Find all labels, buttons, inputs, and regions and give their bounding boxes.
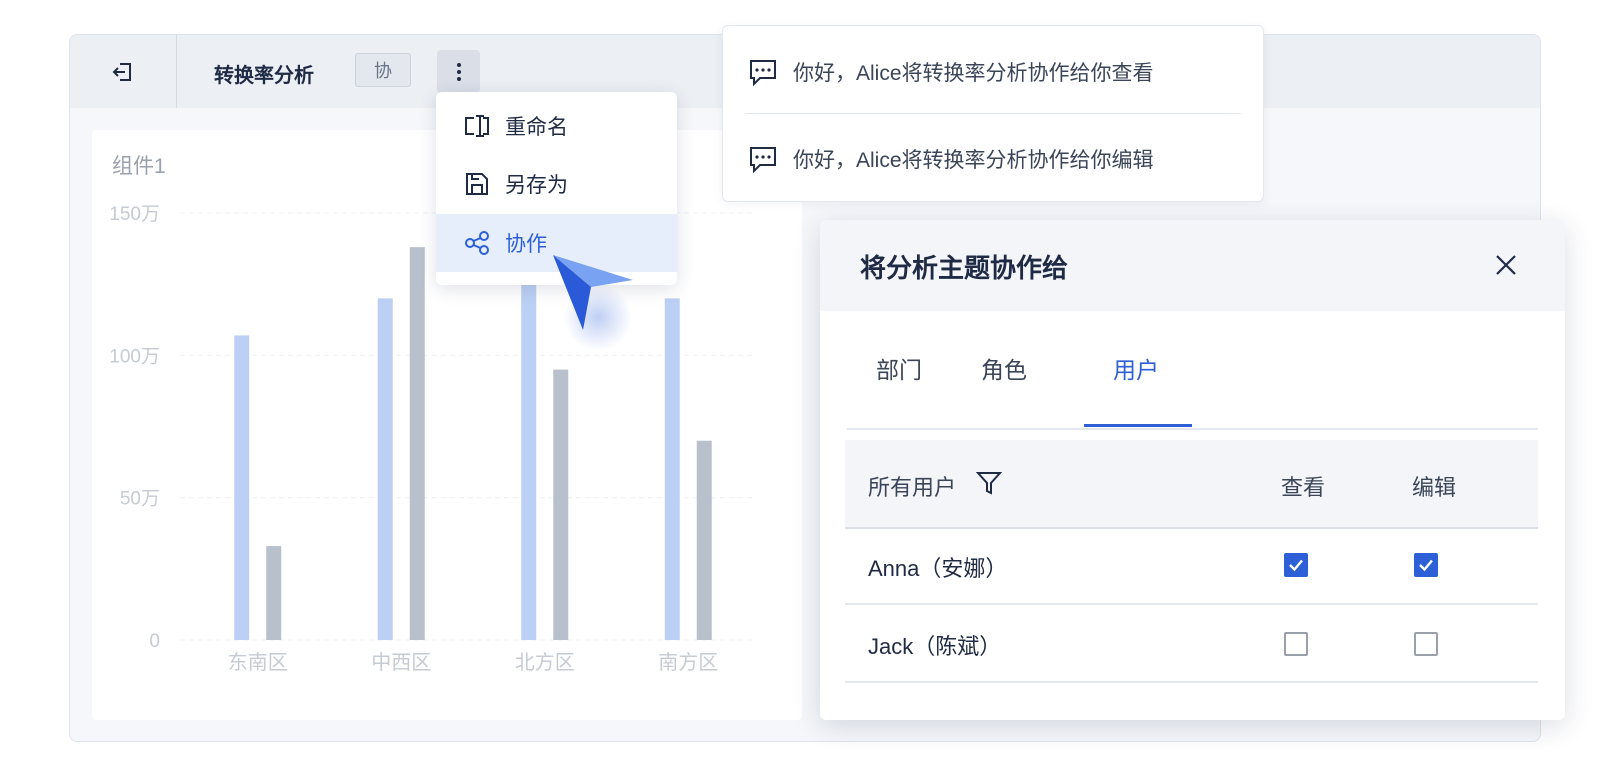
table-row: Anna（安娜） [845, 527, 1538, 605]
x-tick-label: 北方区 [515, 651, 575, 674]
notification-text: 你好，Alice将转换率分析协作给你查看 [793, 62, 1154, 85]
bar-series-2 [696, 440, 712, 640]
dialog-header: 将分析主题协作给 [820, 220, 1565, 311]
menu-item-label: 另存为 [505, 174, 568, 197]
bar-series-2 [409, 247, 425, 640]
column-header-user: 所有用户 [868, 470, 956, 502]
tab-role[interactable]: 角色 [981, 351, 1027, 385]
column-header-edit: 编辑 [1412, 475, 1457, 500]
table-header: 所有用户 查看 编辑 [845, 440, 1538, 529]
active-tab-indicator [1084, 424, 1192, 427]
save-as-icon [463, 170, 491, 198]
checkmark-icon [1419, 559, 1433, 572]
close-button[interactable] [1491, 250, 1521, 280]
y-tick-label: 0 [149, 631, 160, 652]
column-header-user-label: 所有用户 [868, 475, 957, 500]
divider [745, 113, 1241, 114]
view-permission-checkbox[interactable] [1284, 632, 1308, 656]
user-name: Anna（安娜） [868, 556, 1008, 581]
table-row: Jack（陈斌） [845, 605, 1538, 683]
checkmark-icon [1289, 559, 1303, 572]
bar-series-1 [234, 335, 250, 640]
collab-tag: 协 [355, 53, 411, 87]
menu-item-rename[interactable]: 重命名 [436, 97, 677, 155]
x-tick-label: 南方区 [658, 651, 718, 674]
y-tick-label: 50万 [120, 489, 160, 510]
pointer-cursor-icon [553, 255, 633, 351]
notification-text: 你好，Alice将转换率分析协作给你编辑 [793, 149, 1154, 172]
menu-item-label: 协作 [505, 233, 547, 256]
bar-series-2 [553, 369, 569, 640]
notification-panel: 你好，Alice将转换率分析协作给你查看 你好，Alice将转换率分析协作给你编… [722, 25, 1264, 202]
menu-item-label: 重命名 [505, 116, 568, 139]
bar-series-1 [521, 281, 537, 640]
view-permission-checkbox[interactable] [1284, 553, 1308, 577]
analysis-title: 转换率分析 [214, 65, 314, 87]
edit-permission-checkbox[interactable] [1414, 632, 1438, 656]
tab-user[interactable]: 用户 [1113, 351, 1159, 385]
rename-icon [463, 112, 491, 140]
bar-series-2 [266, 546, 282, 640]
bar-series-1 [664, 298, 680, 640]
message-icon [750, 147, 776, 174]
notification-item[interactable]: 你好，Alice将转换率分析协作给你查看 [748, 52, 1154, 92]
close-icon [1496, 255, 1516, 275]
bar-series-1 [377, 298, 393, 640]
message-icon [750, 60, 776, 87]
y-tick-label: 100万 [109, 346, 160, 367]
collaborate-dialog: 将分析主题协作给 部门 角色 用户 所有用户 查看 编辑 Anna（安娜） Ja… [820, 220, 1565, 720]
column-header-view: 查看 [1281, 475, 1326, 500]
user-name: Jack（陈斌） [868, 634, 1002, 659]
more-vertical-icon [456, 62, 461, 81]
x-tick-label: 中西区 [371, 651, 431, 674]
dialog-title: 将分析主题协作给 [860, 253, 1069, 283]
filter-icon[interactable] [976, 470, 1002, 496]
tab-bar: 部门 角色 用户 [847, 311, 1538, 430]
y-tick-label: 150万 [109, 204, 160, 225]
exit-button[interactable] [70, 35, 177, 108]
share-icon [463, 229, 491, 257]
tab-department[interactable]: 部门 [876, 351, 922, 385]
notification-item[interactable]: 你好，Alice将转换率分析协作给你编辑 [748, 139, 1154, 179]
menu-item-save-as[interactable]: 另存为 [436, 155, 677, 213]
more-options-button[interactable] [437, 50, 480, 93]
x-tick-label: 东南区 [228, 651, 288, 674]
exit-icon [112, 62, 131, 81]
edit-permission-checkbox[interactable] [1414, 553, 1438, 577]
